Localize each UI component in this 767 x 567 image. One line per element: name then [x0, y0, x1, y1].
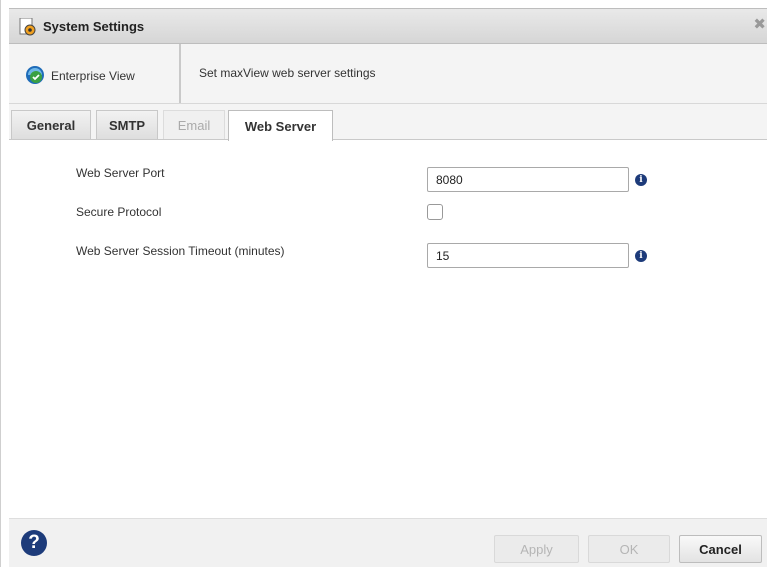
- tab-general[interactable]: General: [11, 110, 91, 139]
- tab-web-server[interactable]: Web Server: [228, 110, 333, 141]
- tab-bar: General SMTP Email Web Server: [9, 104, 767, 141]
- secure-protocol-label: Secure Protocol: [76, 205, 162, 219]
- session-timeout-input[interactable]: [427, 243, 629, 268]
- help-icon[interactable]: ?: [21, 530, 47, 556]
- enterprise-view-icon: [26, 66, 44, 84]
- title-bar: System Settings ✖: [9, 8, 767, 44]
- settings-gear-icon: [19, 18, 36, 36]
- port-info-icon[interactable]: i: [635, 174, 647, 186]
- ok-button[interactable]: OK: [588, 535, 670, 563]
- cancel-button[interactable]: Cancel: [679, 535, 762, 563]
- web-server-port-input[interactable]: [427, 167, 629, 192]
- tab-email: Email: [163, 110, 225, 139]
- enterprise-view-panel: Enterprise View: [9, 44, 181, 103]
- web-server-port-label: Web Server Port: [76, 166, 165, 180]
- system-settings-dialog: System Settings ✖ Enterprise View Set ma…: [0, 0, 767, 567]
- secure-protocol-checkbox[interactable]: [427, 204, 443, 220]
- tab-smtp[interactable]: SMTP: [96, 110, 158, 139]
- close-icon[interactable]: ✖: [753, 17, 766, 33]
- dialog-footer: ? Apply OK Cancel: [9, 518, 767, 567]
- header-panel: Enterprise View Set maxView web server s…: [9, 44, 767, 104]
- timeout-info-icon[interactable]: i: [635, 250, 647, 262]
- apply-button[interactable]: Apply: [494, 535, 579, 563]
- session-timeout-label: Web Server Session Timeout (minutes): [76, 244, 285, 258]
- page-description: Set maxView web server settings: [199, 66, 376, 80]
- dialog-title: System Settings: [43, 19, 145, 34]
- enterprise-view-label: Enterprise View: [51, 69, 135, 83]
